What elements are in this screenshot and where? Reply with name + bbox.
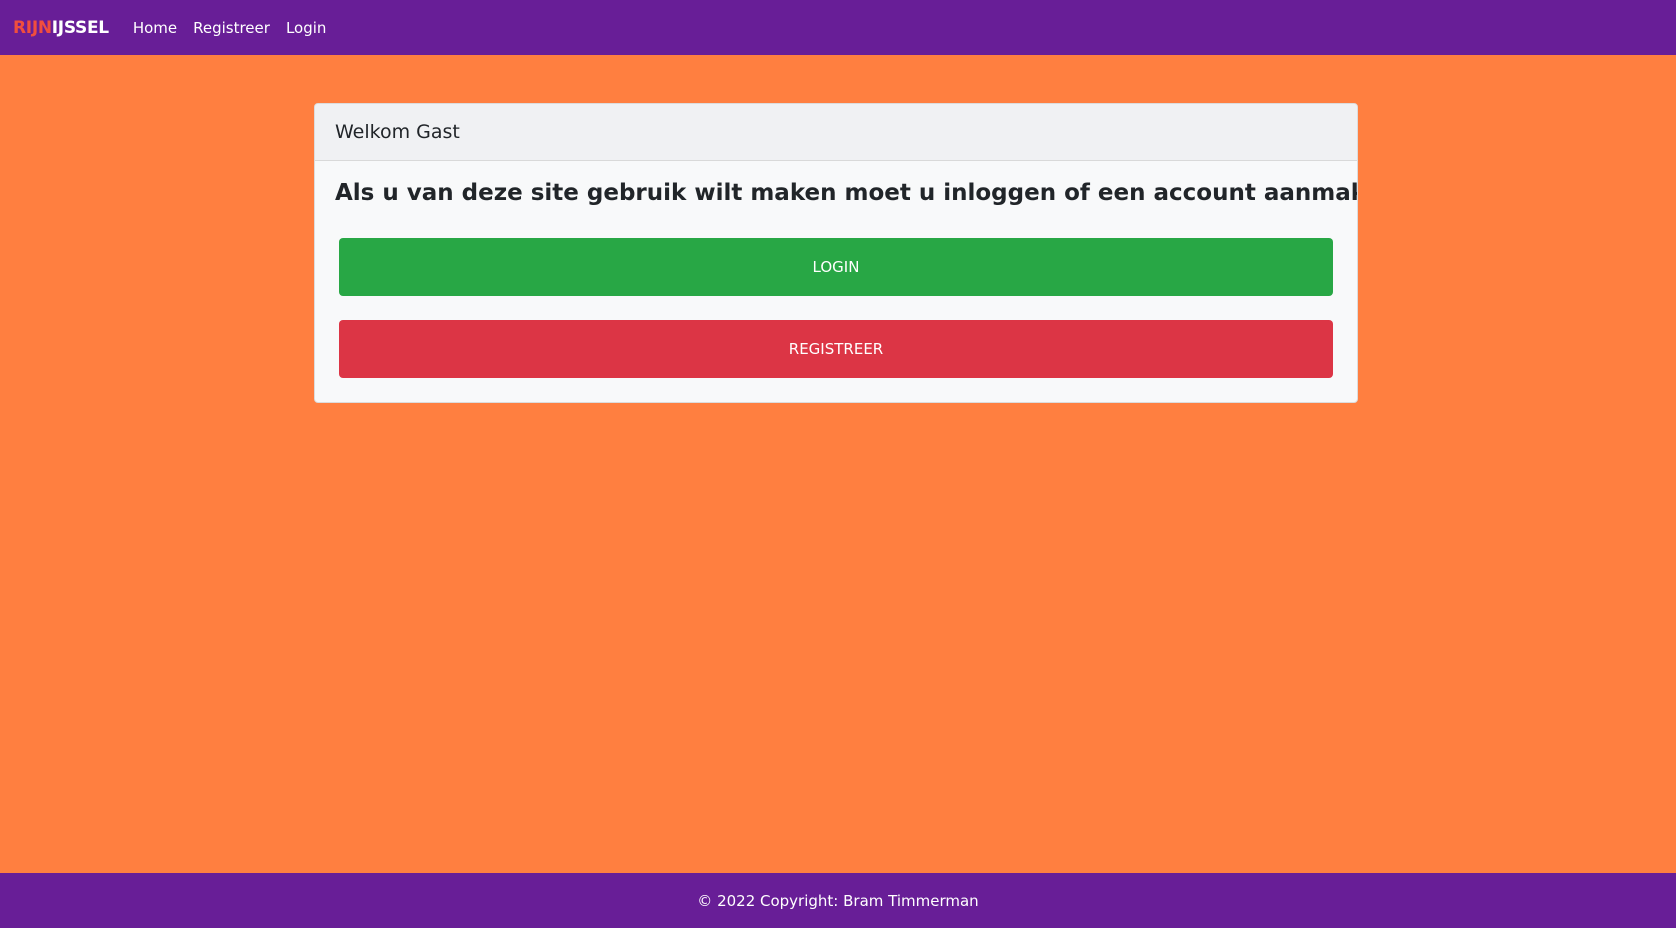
nav-link-login[interactable]: Login bbox=[286, 19, 326, 37]
brand-logo[interactable]: RIJNIJSSEL bbox=[13, 18, 109, 38]
navbar: RIJNIJSSEL Home Registreer Login bbox=[0, 0, 1676, 55]
nav-link-home[interactable]: Home bbox=[133, 19, 177, 37]
register-button[interactable]: REGISTREER bbox=[339, 320, 1333, 378]
brand-part-ijssel: IJSSEL bbox=[51, 17, 109, 38]
brand-part-rijn: RIJN bbox=[13, 17, 52, 38]
welcome-card: Welkom Gast Als u van deze site gebruik … bbox=[314, 103, 1358, 403]
footer: © 2022 Copyright: Bram Timmerman bbox=[0, 873, 1676, 928]
card-header: Welkom Gast bbox=[315, 104, 1357, 161]
nav-link-registreer[interactable]: Registreer bbox=[193, 19, 270, 37]
login-button[interactable]: LOGIN bbox=[339, 238, 1333, 296]
copyright-text: © 2022 Copyright: Bram Timmerman bbox=[697, 891, 979, 910]
card-title: Als u van deze site gebruik wilt maken m… bbox=[335, 180, 1358, 206]
